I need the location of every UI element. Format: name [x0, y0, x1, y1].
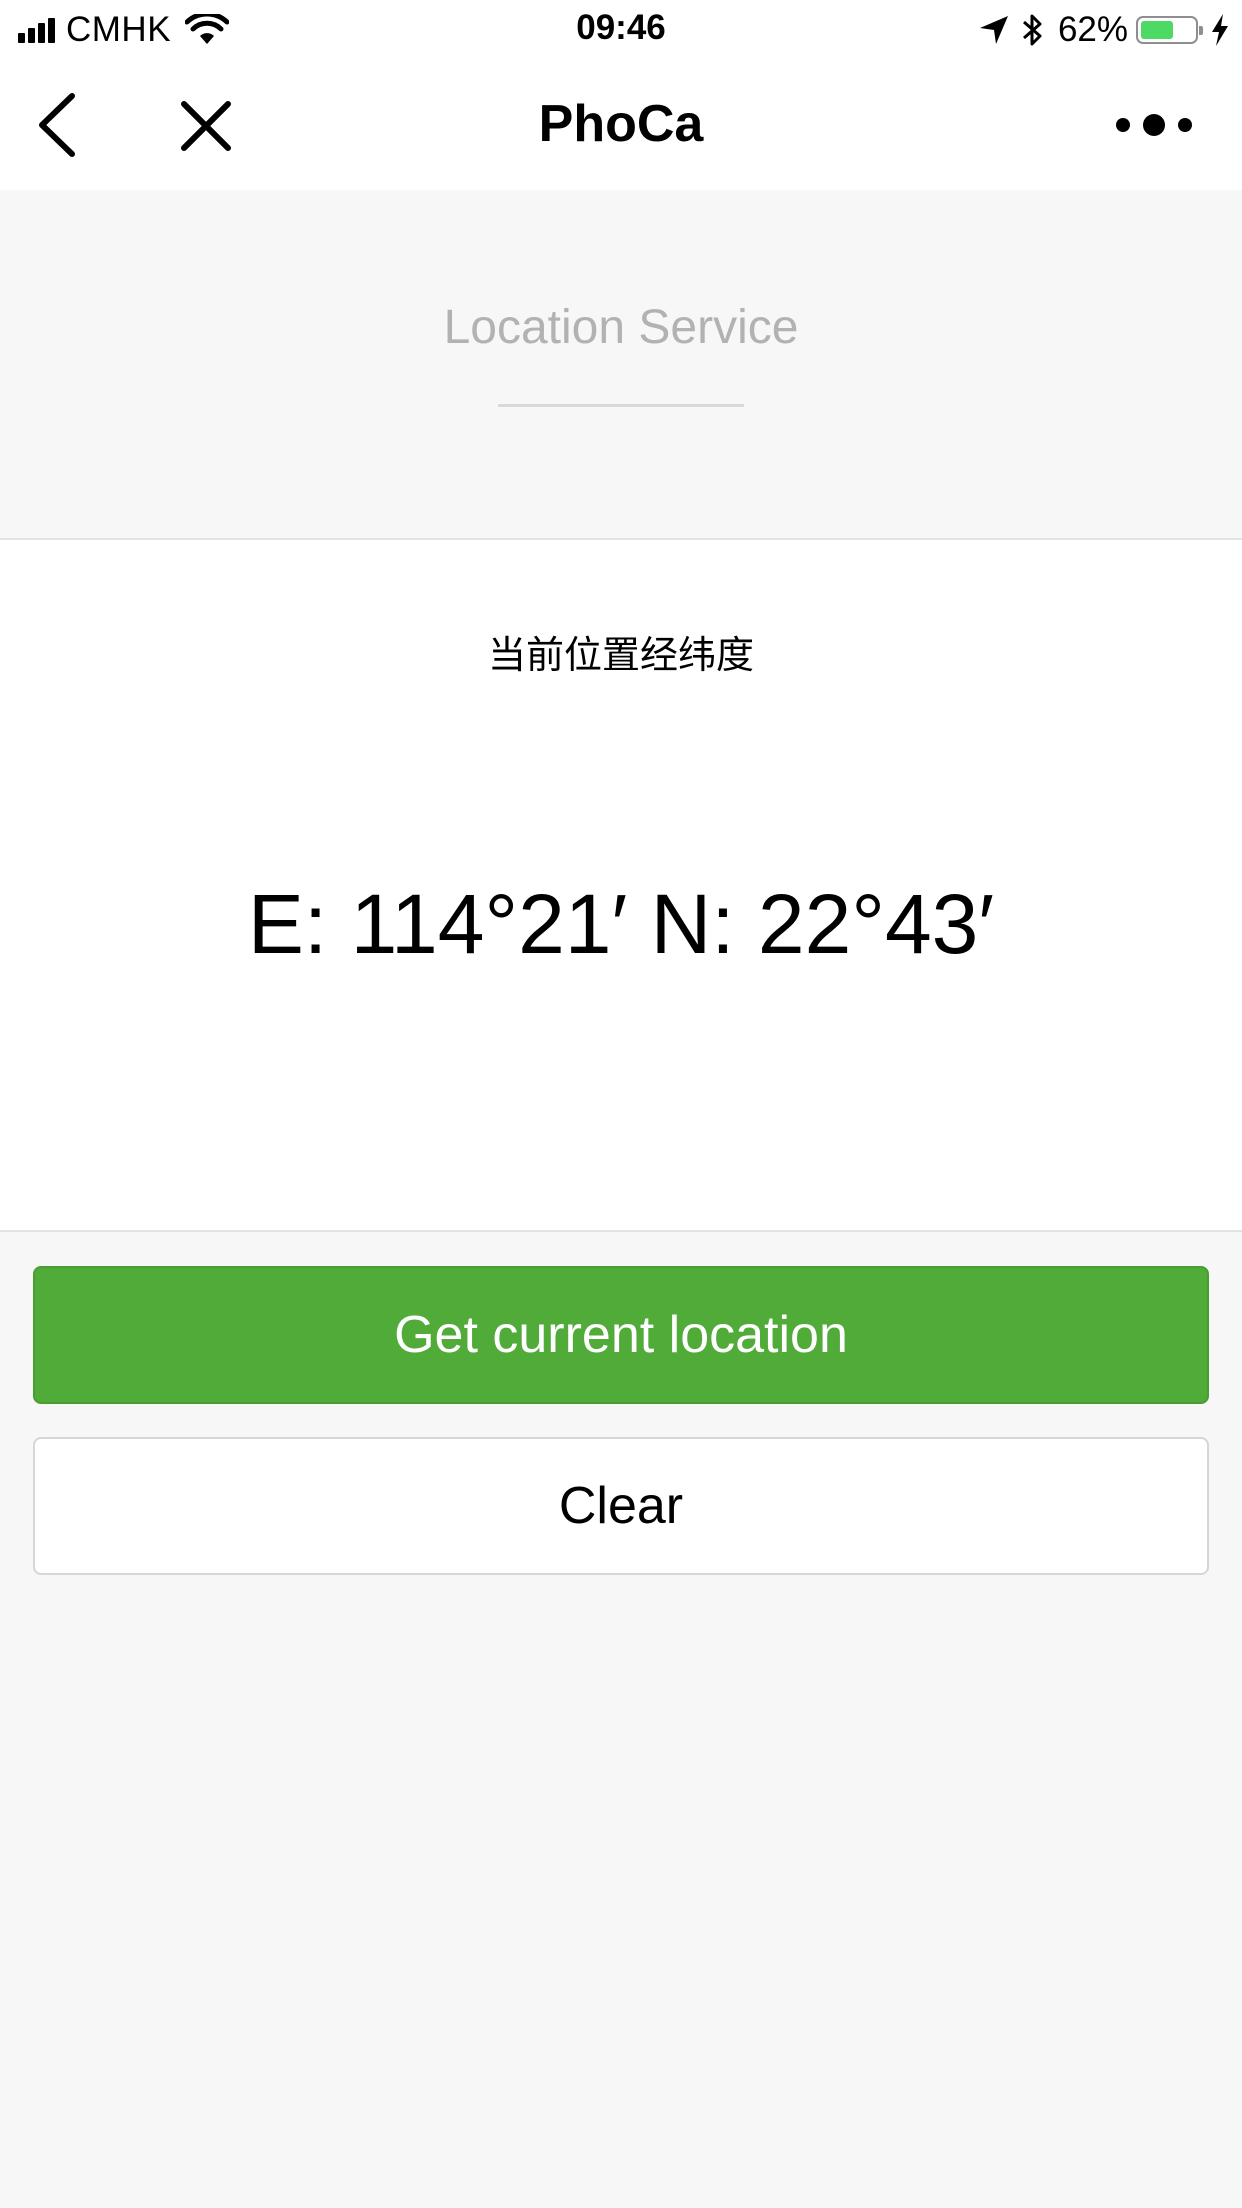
bluetooth-icon: [1022, 14, 1042, 46]
nav-bar: PhoCa: [0, 60, 1242, 190]
header-section: Location Service: [0, 190, 1242, 540]
location-arrow-icon: [979, 16, 1008, 44]
battery-icon: [1136, 16, 1203, 44]
more-button[interactable]: [1114, 110, 1194, 140]
section-title: Location Service: [443, 301, 799, 354]
coordinates-label: 当前位置经纬度: [487, 635, 754, 677]
section-divider: [498, 404, 744, 407]
page-title: PhoCa: [538, 95, 704, 153]
status-right: 62%: [978, 10, 1230, 50]
battery-fill: [1141, 21, 1173, 39]
charging-icon: [1212, 14, 1228, 46]
get-location-button[interactable]: Get current location: [33, 1266, 1209, 1404]
status-bar: CMHK 09:46 62%: [0, 0, 1242, 60]
more-icon: [1116, 114, 1192, 136]
battery-cap: [1199, 26, 1203, 35]
battery-percent: 62%: [1057, 10, 1128, 49]
coordinates-value: E: 114°21′ N: 22°43′: [247, 877, 995, 971]
clear-button[interactable]: Clear: [33, 1437, 1209, 1575]
location-card: 当前位置经纬度 E: 114°21′ N: 22°43′: [0, 540, 1242, 1232]
